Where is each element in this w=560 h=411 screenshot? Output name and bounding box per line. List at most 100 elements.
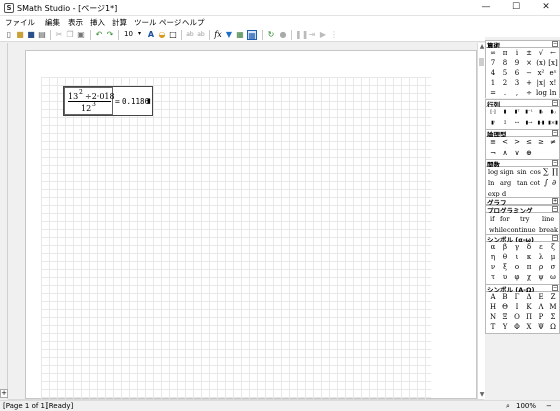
symbol-button[interactable]: Φ bbox=[512, 322, 522, 332]
symbol-button[interactable]: σ bbox=[548, 262, 558, 272]
fill-color-icon[interactable]: ◒ bbox=[157, 30, 167, 40]
function-button[interactable]: sin bbox=[517, 168, 527, 176]
palette-button[interactable]: π bbox=[500, 48, 510, 58]
symbol-button[interactable]: γ bbox=[512, 242, 522, 252]
fraction-expression[interactable]: 13 2 ÷2·018 12 3 bbox=[64, 87, 115, 115]
collapse-icon[interactable]: − bbox=[552, 130, 558, 136]
symbol-button[interactable]: Σ bbox=[548, 312, 558, 322]
symbol-button[interactable]: Γ bbox=[512, 292, 522, 302]
symbol-button[interactable]: ε bbox=[536, 242, 546, 252]
greek-lower-section-header[interactable]: シンボル (α-ω) − bbox=[485, 234, 560, 244]
symbol-button[interactable]: Ξ bbox=[500, 312, 510, 322]
symbol-button[interactable]: Α bbox=[488, 292, 498, 302]
palette-button[interactable]: 5 bbox=[500, 68, 510, 78]
symbol-button[interactable]: Π bbox=[524, 312, 534, 322]
palette-button[interactable]: ▮ bbox=[500, 107, 510, 117]
function-button[interactable]: sign bbox=[500, 168, 514, 176]
collapse-icon[interactable]: − bbox=[552, 235, 558, 241]
palette-button[interactable]: − bbox=[524, 68, 534, 78]
palette-button[interactable]: eˣ bbox=[548, 68, 558, 78]
symbol-button[interactable]: ψ bbox=[536, 272, 546, 282]
palette-button[interactable]: ∧ bbox=[500, 148, 510, 158]
palette-button[interactable]: ⊕ bbox=[524, 148, 534, 158]
image-icon[interactable]: ab bbox=[196, 30, 206, 40]
text-color-icon[interactable]: A bbox=[146, 30, 156, 40]
palette-button[interactable]: ▮ᵢⱼ bbox=[548, 107, 558, 117]
zoom-icon[interactable]: ⌕ bbox=[506, 402, 510, 411]
palette-button[interactable]: log bbox=[536, 88, 547, 98]
paste-icon[interactable]: ▣ bbox=[76, 30, 86, 40]
palette-button[interactable]: = bbox=[488, 88, 498, 98]
palette-button[interactable]: ← bbox=[548, 48, 558, 58]
redo-icon[interactable]: ↷ bbox=[105, 30, 115, 40]
symbol-button[interactable]: μ bbox=[548, 252, 558, 262]
palette-button[interactable]: ≥ bbox=[536, 137, 546, 147]
symbol-button[interactable]: Ζ bbox=[548, 292, 558, 302]
palette-button[interactable]: ↔ bbox=[512, 118, 522, 128]
close-button[interactable]: ✕ bbox=[531, 0, 560, 16]
program-button[interactable]: break bbox=[539, 226, 558, 234]
symbol-button[interactable]: η bbox=[488, 252, 498, 262]
symbol-button[interactable]: Η bbox=[488, 302, 498, 312]
zoom-out-icon[interactable]: − bbox=[546, 402, 552, 410]
symbol-button[interactable]: β bbox=[500, 242, 510, 252]
matrix-section-header[interactable]: 行列 − bbox=[485, 99, 560, 109]
program-button[interactable]: try bbox=[520, 215, 529, 223]
functions-section-header[interactable]: 関数 − bbox=[485, 159, 560, 169]
function-icon[interactable]: fx bbox=[213, 30, 223, 40]
menu-tools[interactable]: ツール bbox=[134, 17, 157, 28]
program-button[interactable]: continue bbox=[507, 226, 536, 234]
symbol-button[interactable]: Β bbox=[500, 292, 510, 302]
boolean-section-header[interactable]: 論理型 − bbox=[485, 129, 560, 139]
palette-button[interactable]: 2 bbox=[500, 78, 510, 88]
palette-button[interactable]: ▮ᵀ bbox=[512, 107, 522, 117]
symbol-button[interactable]: θ bbox=[500, 252, 510, 262]
symbol-button[interactable]: Λ bbox=[536, 302, 546, 312]
menu-edit[interactable]: 編集 bbox=[45, 17, 60, 28]
palette-button[interactable]: ∨ bbox=[512, 148, 522, 158]
expand-icon[interactable]: + bbox=[552, 198, 558, 204]
stop-icon[interactable]: ● bbox=[278, 30, 288, 40]
palette-button[interactable]: 8 bbox=[500, 58, 510, 68]
symbol-button[interactable]: Ρ bbox=[536, 312, 546, 322]
function-button[interactable]: cos bbox=[530, 168, 541, 176]
function-button[interactable]: tan bbox=[517, 179, 528, 187]
collapse-icon[interactable]: − bbox=[552, 100, 558, 106]
product-icon[interactable]: ∏ bbox=[552, 167, 558, 176]
calculate-icon[interactable]: ↻ bbox=[266, 30, 276, 40]
function-button[interactable]: arg bbox=[500, 179, 511, 187]
palette-button[interactable]: × bbox=[524, 58, 534, 68]
symbol-button[interactable]: π bbox=[524, 262, 534, 272]
palette-button[interactable]: 4 bbox=[488, 68, 498, 78]
palette-button[interactable]: ≤ bbox=[524, 137, 534, 147]
function-button[interactable]: cot bbox=[530, 179, 540, 187]
pause-icon[interactable]: ❚❚ bbox=[295, 30, 308, 40]
palette-button[interactable]: ▮ⁱ bbox=[488, 118, 498, 128]
symbol-button[interactable]: υ bbox=[500, 272, 510, 282]
palette-button[interactable]: √ bbox=[536, 48, 546, 58]
maximize-button[interactable]: ☐ bbox=[501, 0, 531, 16]
function-button[interactable]: ln bbox=[488, 179, 494, 187]
symbol-button[interactable]: Θ bbox=[500, 302, 510, 312]
programming-section-header[interactable]: プログラミング − bbox=[485, 205, 560, 215]
derivative-icon[interactable]: ∂ bbox=[552, 178, 556, 187]
symbol-button[interactable]: ω bbox=[548, 272, 558, 282]
palette-button[interactable]: ¬ bbox=[488, 148, 498, 158]
symbol-button[interactable]: ρ bbox=[536, 262, 546, 272]
palette-button[interactable]: [x] bbox=[548, 58, 558, 68]
palette-button[interactable]: x! bbox=[548, 78, 558, 88]
palette-button[interactable]: ÷ bbox=[524, 88, 534, 98]
symbol-button[interactable]: Ι bbox=[512, 302, 522, 312]
collapse-icon[interactable]: − bbox=[552, 285, 558, 291]
palette-button[interactable]: ▮·▮ bbox=[536, 118, 546, 128]
add-page-button[interactable]: + bbox=[0, 389, 8, 398]
palette-button[interactable]: ▮⁻¹ bbox=[524, 107, 534, 117]
symbol-button[interactable]: Ω bbox=[548, 322, 558, 332]
palette-button[interactable]: (x) bbox=[536, 58, 546, 68]
symbol-button[interactable]: ι bbox=[512, 252, 522, 262]
zoom-level[interactable]: 100% bbox=[516, 402, 536, 410]
palette-button[interactable]: |x| bbox=[536, 78, 546, 88]
symbol-button[interactable]: ν bbox=[488, 262, 498, 272]
palette-button[interactable]: ▮×▮ bbox=[548, 118, 558, 128]
palette-button[interactable]: ± bbox=[524, 48, 534, 58]
